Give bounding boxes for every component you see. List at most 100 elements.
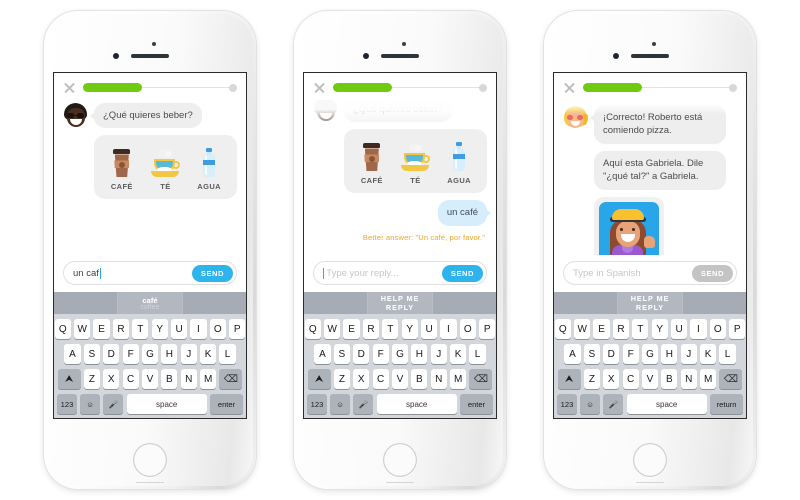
key-k[interactable]: K <box>200 344 217 364</box>
send-button[interactable]: SEND <box>441 264 483 282</box>
microphone-icon[interactable]: 🎤 <box>353 394 374 414</box>
key-h[interactable]: H <box>161 344 178 364</box>
key-q[interactable]: Q <box>304 319 321 339</box>
enter-key[interactable]: enter <box>460 394 493 414</box>
microphone-icon[interactable]: 🎤 <box>603 394 624 414</box>
key-j[interactable]: J <box>180 344 197 364</box>
key-f[interactable]: F <box>622 344 639 364</box>
reply-input-field[interactable]: un caf SEND <box>63 261 237 285</box>
key-j[interactable]: J <box>680 344 697 364</box>
key-l[interactable]: L <box>719 344 736 364</box>
key-q[interactable]: Q <box>54 319 71 339</box>
key-v[interactable]: V <box>141 369 159 389</box>
key-e[interactable]: E <box>343 319 360 339</box>
numbers-key[interactable]: 123 <box>307 394 327 414</box>
key-z[interactable]: Z <box>83 369 100 389</box>
answer-option-cafe[interactable]: CAFÉ <box>100 145 143 191</box>
key-l[interactable]: L <box>219 344 236 364</box>
emoji-smiley-icon[interactable]: ☺ <box>80 394 101 414</box>
backspace-icon[interactable]: ⌫ <box>219 369 243 389</box>
key-y[interactable]: Y <box>401 319 418 339</box>
key-p[interactable]: P <box>729 319 746 339</box>
key-k[interactable]: K <box>700 344 717 364</box>
answer-option-agua[interactable]: AGUA <box>188 145 231 191</box>
space-key[interactable]: space <box>376 394 457 414</box>
key-i[interactable]: I <box>690 319 707 339</box>
backspace-icon[interactable]: ⌫ <box>719 369 743 389</box>
key-a[interactable]: A <box>64 344 81 364</box>
suggestion-slot-center[interactable]: café coffee <box>117 292 183 314</box>
key-e[interactable]: E <box>593 319 610 339</box>
key-z[interactable]: Z <box>583 369 600 389</box>
key-m[interactable]: M <box>450 369 467 389</box>
send-button[interactable]: SEND <box>191 264 233 282</box>
backspace-icon[interactable]: ⌫ <box>469 369 493 389</box>
key-t[interactable]: T <box>382 319 399 339</box>
answer-option-agua[interactable]: AGUA <box>438 139 481 185</box>
gabriela-photo-card[interactable] <box>594 196 664 255</box>
key-r[interactable]: R <box>612 319 630 339</box>
enter-key[interactable]: enter <box>210 394 243 414</box>
shift-arrow-icon[interactable]: ⮝ <box>307 369 331 389</box>
key-b[interactable]: B <box>411 369 428 389</box>
answer-option-te[interactable]: TÉ <box>394 139 437 185</box>
key-o[interactable]: O <box>459 319 476 339</box>
send-button[interactable]: SEND <box>691 264 733 282</box>
key-u[interactable]: U <box>170 319 188 339</box>
return-key[interactable]: return <box>710 394 743 414</box>
key-v[interactable]: V <box>641 369 659 389</box>
key-a[interactable]: A <box>564 344 581 364</box>
key-u[interactable]: U <box>670 319 688 339</box>
key-m[interactable]: M <box>700 369 717 389</box>
numbers-key[interactable]: 123 <box>557 394 577 414</box>
key-w[interactable]: W <box>324 319 341 339</box>
key-x[interactable]: X <box>353 369 370 389</box>
close-x-icon[interactable] <box>63 81 76 94</box>
key-y[interactable]: Y <box>151 319 168 339</box>
key-r[interactable]: R <box>362 319 380 339</box>
key-d[interactable]: D <box>603 344 620 364</box>
shift-arrow-icon[interactable]: ⮝ <box>557 369 581 389</box>
key-f[interactable]: F <box>122 344 139 364</box>
home-button[interactable] <box>633 443 667 477</box>
microphone-icon[interactable]: 🎤 <box>103 394 124 414</box>
key-c[interactable]: C <box>622 369 639 389</box>
key-d[interactable]: D <box>353 344 370 364</box>
key-w[interactable]: W <box>574 319 591 339</box>
shift-arrow-icon[interactable]: ⮝ <box>57 369 81 389</box>
home-button[interactable] <box>383 443 417 477</box>
reply-input-field[interactable]: Type in Spanish SEND <box>563 261 737 285</box>
key-f[interactable]: F <box>372 344 389 364</box>
key-g[interactable]: G <box>391 344 409 364</box>
home-button[interactable] <box>133 443 167 477</box>
numbers-key[interactable]: 123 <box>57 394 77 414</box>
key-e[interactable]: E <box>93 319 110 339</box>
key-b[interactable]: B <box>661 369 678 389</box>
key-m[interactable]: M <box>200 369 217 389</box>
key-x[interactable]: X <box>603 369 620 389</box>
help-me-reply-button[interactable]: HELP ME REPLY <box>617 292 683 314</box>
key-n[interactable]: N <box>680 369 697 389</box>
key-x[interactable]: X <box>103 369 120 389</box>
close-x-icon[interactable] <box>313 81 326 94</box>
key-j[interactable]: J <box>430 344 447 364</box>
key-d[interactable]: D <box>103 344 120 364</box>
answer-option-cafe[interactable]: CAFÉ <box>350 139 393 185</box>
key-b[interactable]: B <box>161 369 178 389</box>
key-p[interactable]: P <box>229 319 246 339</box>
key-p[interactable]: P <box>479 319 496 339</box>
key-w[interactable]: W <box>74 319 91 339</box>
emoji-smiley-icon[interactable]: ☺ <box>580 394 601 414</box>
reply-input-field[interactable]: Type your reply... SEND <box>313 261 487 285</box>
key-g[interactable]: G <box>641 344 659 364</box>
key-s[interactable]: S <box>83 344 100 364</box>
key-o[interactable]: O <box>709 319 726 339</box>
key-t[interactable]: T <box>132 319 149 339</box>
key-n[interactable]: N <box>430 369 447 389</box>
key-u[interactable]: U <box>420 319 438 339</box>
key-y[interactable]: Y <box>651 319 668 339</box>
key-v[interactable]: V <box>391 369 409 389</box>
space-key[interactable]: space <box>126 394 207 414</box>
key-r[interactable]: R <box>112 319 130 339</box>
key-i[interactable]: I <box>190 319 207 339</box>
